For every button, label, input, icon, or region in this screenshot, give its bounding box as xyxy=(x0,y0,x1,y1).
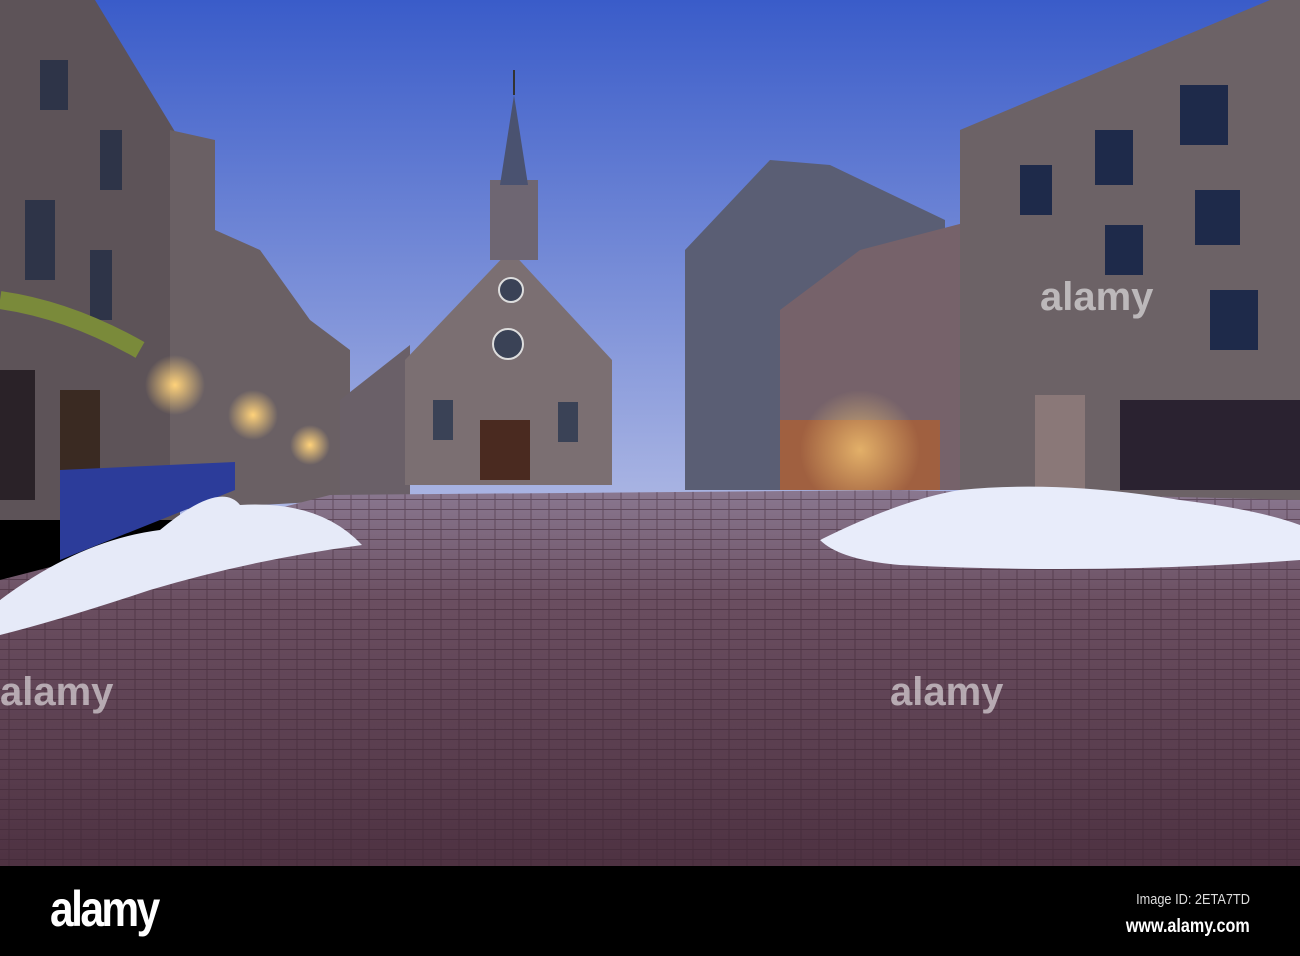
svg-text:alamy: alamy xyxy=(890,670,1004,714)
photo: alamy alamy alamy xyxy=(0,0,1300,866)
alamy-logo[interactable]: alamy xyxy=(50,880,160,938)
footer-bar: alamy Image ID: 2ETA7TD www.alamy.com xyxy=(0,866,1300,956)
image-id: Image ID: 2ETA7TD xyxy=(1136,891,1250,908)
svg-text:alamy: alamy xyxy=(0,670,114,714)
stock-photo-page: alamy alamy alamy alamy Image ID: 2ETA7T… xyxy=(0,0,1300,956)
svg-text:alamy: alamy xyxy=(1040,275,1154,319)
website-link[interactable]: www.alamy.com xyxy=(1126,916,1250,938)
